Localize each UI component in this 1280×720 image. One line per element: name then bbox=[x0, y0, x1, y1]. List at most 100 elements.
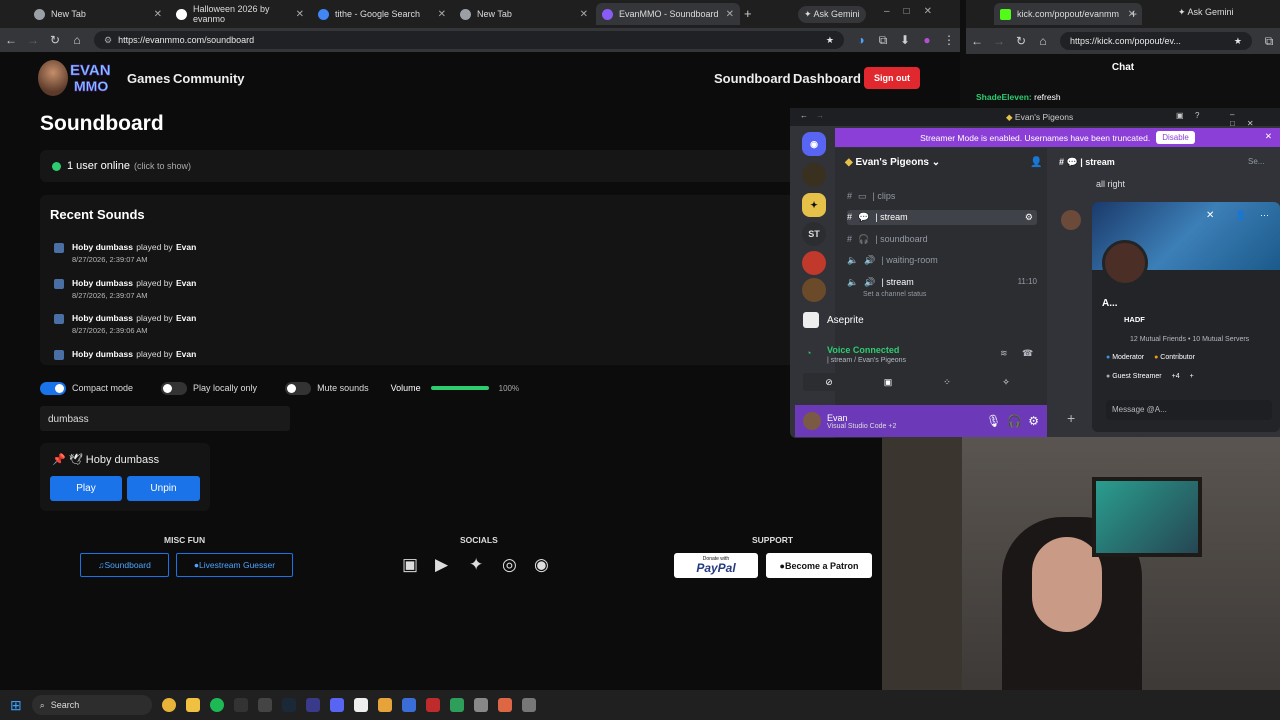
discord-icon[interactable]: ◉ bbox=[534, 555, 549, 575]
pin-icon[interactable]: 📌 bbox=[52, 454, 66, 466]
browser-tab[interactable]: New Tab ✕ bbox=[454, 3, 594, 25]
server-icon[interactable] bbox=[802, 251, 826, 275]
steam-icon[interactable] bbox=[281, 698, 296, 712]
footer-livestream-guesser-button[interactable]: ● Livestream Guesser bbox=[176, 553, 293, 577]
reload-icon[interactable]: ↻ bbox=[44, 33, 66, 47]
instagram-icon[interactable]: ◎ bbox=[502, 555, 517, 575]
more-roles[interactable]: +4 bbox=[1172, 373, 1180, 380]
url-field[interactable]: https://kick.com/popout/ev... ★ bbox=[1060, 32, 1252, 50]
window-controls[interactable]: –□✕ bbox=[884, 6, 946, 17]
profile-avatar-icon[interactable]: ● bbox=[916, 33, 938, 47]
voice-channel-item[interactable]: 🔈 🔊 | stream 11:10 bbox=[847, 277, 1037, 288]
profile-avatar[interactable] bbox=[1102, 240, 1148, 286]
channel-item[interactable]: # ▭ | clips bbox=[847, 191, 1037, 202]
browser-tab[interactable]: New Tab ✕ bbox=[28, 3, 168, 25]
menu-kebab-icon[interactable]: ⋮ bbox=[938, 33, 960, 47]
sound-search-input[interactable]: dumbass bbox=[40, 406, 290, 431]
youtube-icon[interactable]: ▶ bbox=[435, 555, 448, 575]
new-tab-button[interactable]: + bbox=[1130, 7, 1137, 21]
play-locally-toggle[interactable] bbox=[161, 381, 188, 395]
search-input[interactable]: Se... bbox=[1248, 157, 1264, 166]
terminal-icon[interactable] bbox=[257, 698, 272, 712]
app-icon[interactable] bbox=[473, 698, 488, 712]
invite-icon[interactable]: 👤 bbox=[1030, 157, 1042, 168]
close-icon[interactable]: ✕ bbox=[1265, 131, 1272, 142]
ask-gemini-button[interactable]: ✦ Ask Gemini bbox=[1178, 7, 1234, 18]
play-button[interactable]: Play bbox=[50, 476, 122, 501]
server-icon[interactable]: ST bbox=[802, 222, 826, 246]
volume-slider[interactable] bbox=[430, 386, 489, 390]
discord-taskbar-icon[interactable] bbox=[329, 698, 344, 712]
voice-connected-label[interactable]: Voice Connected bbox=[827, 345, 899, 355]
settings-icon[interactable]: ⚙ bbox=[1025, 212, 1033, 223]
channel-item[interactable]: 🔈 🔊 | waiting-room bbox=[847, 255, 1037, 266]
nav-community[interactable]: Community bbox=[173, 71, 245, 86]
close-icon[interactable]: ✕ bbox=[726, 9, 734, 20]
message-input[interactable]: Message @A... bbox=[1106, 400, 1272, 420]
url-field[interactable]: ⚙ https://evanmmo.com/soundboard ★ bbox=[94, 31, 844, 49]
app-icon[interactable] bbox=[497, 698, 512, 712]
app-icon[interactable] bbox=[449, 698, 464, 712]
browser-tab[interactable]: tithe - Google Search ✕ bbox=[312, 3, 452, 25]
help-icon[interactable]: ? bbox=[1195, 111, 1199, 120]
app-icon[interactable] bbox=[521, 698, 536, 712]
server-icon[interactable] bbox=[802, 278, 826, 302]
forward-icon[interactable]: → bbox=[988, 34, 1010, 48]
server-icon[interactable] bbox=[802, 163, 826, 187]
chat-username[interactable]: ShadeEleven: bbox=[976, 92, 1032, 102]
server-name-dropdown[interactable]: ◆ Evan's Pigeons ⌄ bbox=[845, 157, 940, 168]
extensions-puzzle-icon[interactable]: ⧉ bbox=[1258, 34, 1280, 49]
gear-icon[interactable]: ⚙ bbox=[1028, 414, 1039, 428]
headphones-icon[interactable]: 🎧 bbox=[1007, 414, 1022, 428]
twitter-icon[interactable]: ✦ bbox=[469, 555, 483, 575]
close-icon[interactable]: ✕ bbox=[580, 9, 588, 20]
add-role-icon[interactable]: + bbox=[1190, 373, 1194, 380]
nav-soundboard[interactable]: Soundboard bbox=[714, 71, 791, 86]
close-icon[interactable]: ✕ bbox=[438, 9, 446, 20]
microphone-icon[interactable]: 🎙 bbox=[986, 414, 1001, 428]
home-icon[interactable]: ⌂ bbox=[1032, 34, 1054, 48]
online-users-panel[interactable]: 1 user online (click to show) bbox=[40, 150, 825, 182]
channel-status-hint[interactable]: Set a channel status bbox=[863, 291, 926, 298]
nav-dashboard[interactable]: Dashboard bbox=[793, 71, 861, 86]
back-icon[interactable]: ← bbox=[0, 33, 22, 47]
camera-off-icon[interactable]: ⊘ bbox=[803, 373, 855, 391]
screen-share-icon[interactable]: ▣ bbox=[862, 373, 914, 391]
window-controls[interactable]: –□✕ bbox=[1230, 110, 1280, 128]
app-icon[interactable] bbox=[353, 698, 368, 712]
footer-soundboard-button[interactable]: ♫ Soundboard bbox=[80, 553, 169, 577]
browser-tab[interactable]: Halloween 2026 by evanmo ✕ bbox=[170, 3, 310, 25]
extensions-puzzle-icon[interactable]: ⧉ bbox=[872, 33, 894, 48]
activities-icon[interactable]: ⁘ bbox=[921, 373, 973, 391]
unpin-button[interactable]: Unpin bbox=[127, 476, 200, 501]
evanmmo-logo[interactable]: EVAN MMO bbox=[38, 60, 116, 96]
reload-icon[interactable]: ↻ bbox=[1010, 34, 1032, 48]
twitch-icon[interactable]: ▣ bbox=[402, 555, 418, 575]
mutual-info[interactable]: 12 Mutual Friends • 10 Mutual Servers bbox=[1130, 336, 1249, 343]
more-icon[interactable]: ⋯ bbox=[1260, 210, 1269, 221]
bookmark-star-icon[interactable]: ★ bbox=[1234, 36, 1242, 47]
disable-streamer-mode-button[interactable]: Disable bbox=[1156, 131, 1195, 144]
home-icon[interactable]: ⌂ bbox=[66, 33, 88, 47]
ask-gemini-button[interactable]: ✦ Ask Gemini bbox=[798, 6, 866, 23]
browser-tab-active[interactable]: EvanMMO - Soundboard ✕ bbox=[596, 3, 740, 25]
back-icon[interactable]: ← bbox=[800, 111, 808, 120]
avatar[interactable] bbox=[803, 412, 821, 430]
discord-home-icon[interactable]: ◉ bbox=[802, 132, 826, 156]
nav-games[interactable]: Games bbox=[127, 71, 170, 86]
new-tab-button[interactable]: + bbox=[744, 6, 752, 21]
app-icon[interactable] bbox=[233, 698, 248, 712]
message-avatar[interactable] bbox=[1061, 210, 1081, 230]
become-patron-button[interactable]: ● Become a Patron bbox=[766, 553, 872, 578]
app-icon[interactable] bbox=[401, 698, 416, 712]
windows-start-icon[interactable]: ⊞ bbox=[10, 697, 22, 714]
close-icon[interactable]: ✕ bbox=[296, 9, 304, 20]
soundboard-icon[interactable]: ✧ bbox=[980, 373, 1032, 391]
inbox-icon[interactable]: ▣ bbox=[1176, 111, 1184, 120]
mute-sounds-toggle[interactable] bbox=[285, 381, 312, 395]
close-icon[interactable]: ✕ bbox=[1206, 210, 1214, 221]
channel-item-selected[interactable]: # 💬 | stream ⚙ bbox=[847, 210, 1037, 225]
app-icon[interactable] bbox=[377, 698, 392, 712]
back-icon[interactable]: ← bbox=[966, 34, 988, 48]
app-icon[interactable] bbox=[305, 698, 320, 712]
